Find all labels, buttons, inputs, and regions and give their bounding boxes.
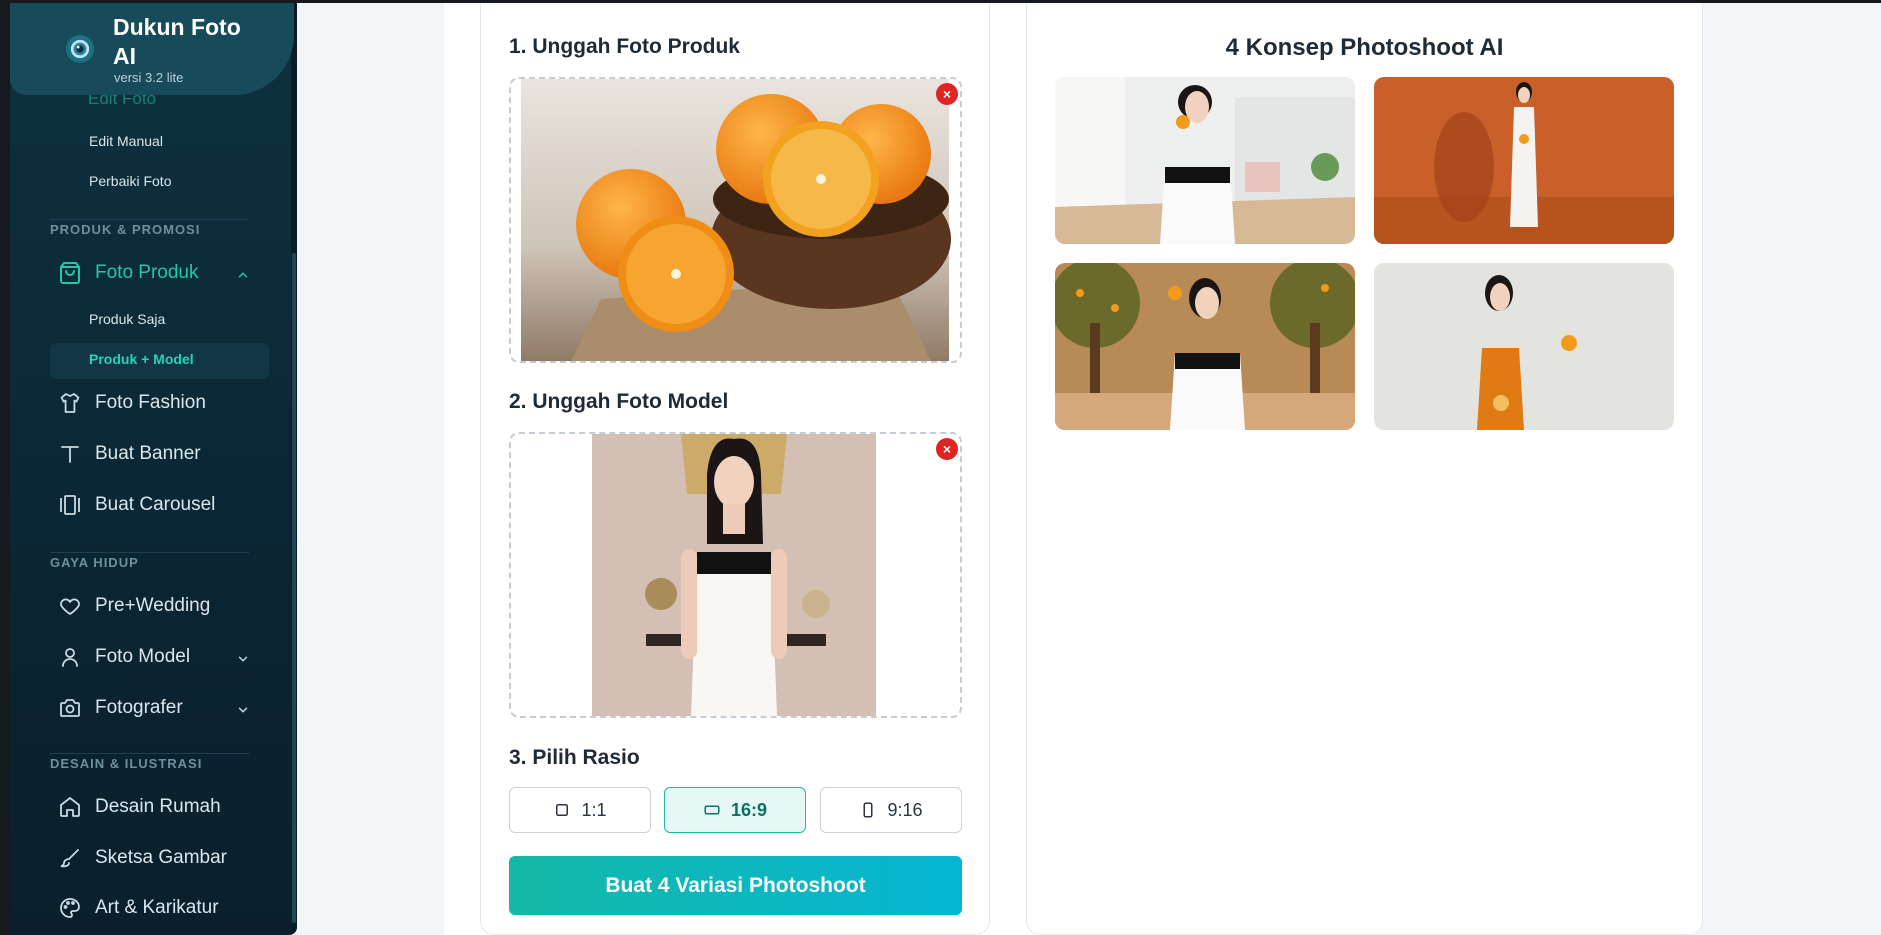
sidebar-item-foto-produk[interactable]: Foto Produk [58, 261, 199, 285]
sidebar-item-label: Art & Karikatur [95, 897, 219, 918]
product-upload-dropzone[interactable]: × [509, 77, 962, 363]
model-photo [592, 434, 876, 716]
chevron-down-icon[interactable] [236, 703, 250, 717]
sidebar-item-buat-banner[interactable]: Buat Banner [58, 442, 201, 466]
sidebar-item-label: Desain Rumah [95, 796, 221, 817]
app-version: versi 3.2 lite [114, 70, 184, 85]
sidebar-item-art-karikatur[interactable]: Art & Karikatur [58, 896, 219, 920]
result-image-3[interactable] [1055, 263, 1355, 430]
result-photo-orange-dress [1374, 263, 1674, 430]
app-title: Dukun Foto AI [113, 14, 241, 69]
sidebar-item-sketsa-gambar[interactable]: Sketsa Gambar [58, 846, 227, 870]
sidebar-item-label: Buat Banner [95, 443, 201, 464]
remove-model-photo-button[interactable]: × [936, 438, 958, 460]
result-image-2[interactable] [1374, 77, 1674, 244]
camera-lens-icon [66, 35, 94, 63]
remove-product-photo-button[interactable]: × [936, 83, 958, 105]
section-desain-ilustrasi: DESAIN & ILUSTRASI [50, 756, 203, 771]
step1-label: 1. Unggah Foto Produk [509, 35, 740, 58]
square-icon [556, 804, 569, 816]
product-photo-oranges [521, 79, 951, 361]
chevron-up-icon[interactable] [236, 268, 250, 282]
brand-header: Dukun Foto AI versi 3.2 lite [10, 3, 294, 95]
chevron-down-icon[interactable] [236, 652, 250, 666]
divider [50, 753, 249, 754]
sidebar-item-fotografer[interactable]: Fotografer [58, 696, 183, 720]
sidebar-sub-produk-saja[interactable]: Produk Saja [89, 311, 165, 327]
result-photo-studio-bright [1055, 77, 1355, 244]
result-photo-orange-orchard [1055, 263, 1355, 430]
divider [50, 552, 249, 553]
house-icon [60, 797, 80, 817]
model-upload-dropzone[interactable]: × [509, 432, 962, 718]
close-icon: × [942, 441, 952, 457]
window-frame-left [0, 0, 10, 935]
shirt-icon [60, 393, 80, 413]
ratio-label: 16:9 [730, 799, 768, 820]
sidebar-item-label: Sketsa Gambar [95, 847, 227, 868]
brush-icon [60, 849, 79, 868]
result-photo-orange-backdrop [1374, 77, 1674, 244]
sidebar-item-foto-model[interactable]: Foto Model [58, 645, 190, 669]
sidebar-item-foto-fashion[interactable]: Foto Fashion [58, 391, 206, 415]
step2-label: 2. Unggah Foto Model [509, 390, 729, 413]
sidebar-item-label: Foto Produk [95, 262, 199, 283]
ratio-16-9-button[interactable]: 16:9 [664, 787, 806, 833]
ratio-1-1-button[interactable]: 1:1 [509, 787, 651, 833]
section-produk-promosi: PRODUK & PROMOSI [50, 222, 201, 237]
sidebar-item-label: Pre+Wedding [95, 595, 211, 616]
generate-photoshoot-button[interactable]: Buat 4 Variasi Photoshoot [509, 856, 962, 915]
sidebar-sub-perbaiki-foto[interactable]: Perbaiki Foto [89, 173, 171, 189]
step3-label: 3. Pilih Rasio [509, 746, 640, 769]
ratio-label: 9:16 [887, 799, 923, 820]
section-gaya-hidup: GAYA HIDUP [50, 555, 139, 570]
camera-icon [60, 699, 80, 717]
sidebar-item-label: Buat Carousel [95, 494, 216, 515]
portrait-icon [863, 802, 873, 818]
results-title: 4 Konsep Photoshoot AI [1225, 34, 1504, 61]
text-t-icon [61, 446, 79, 463]
sidebar-item-label: Foto Model [95, 646, 191, 667]
sidebar-item-prewedding[interactable]: Pre+Wedding [58, 594, 210, 618]
user-icon [62, 648, 78, 667]
result-image-1[interactable] [1055, 77, 1355, 244]
result-image-4[interactable] [1374, 263, 1674, 430]
ratio-label: 1:1 [581, 799, 607, 820]
landscape-icon [704, 805, 720, 815]
sidebar-sub-edit-manual[interactable]: Edit Manual [89, 133, 163, 149]
shopping-bag-icon [60, 262, 80, 284]
sidebar-item-buat-carousel[interactable]: Buat Carousel [58, 493, 215, 517]
sidebar-item-label: Foto Fashion [95, 392, 206, 413]
sidebar-item-desain-rumah[interactable]: Desain Rumah [58, 795, 221, 819]
sidebar-item-label: Fotografer [95, 697, 183, 718]
heart-icon [60, 598, 80, 615]
sidebar-sub-produk-model[interactable]: Produk + Model [89, 351, 194, 367]
palette-icon [60, 898, 80, 918]
ratio-9-16-button[interactable]: 9:16 [820, 787, 962, 833]
carousel-icon [60, 495, 80, 515]
divider [50, 219, 249, 220]
sidebar-scrollbar-thumb[interactable] [292, 253, 296, 923]
close-icon: × [942, 86, 952, 102]
sidebar: Edit Foto Dukun Foto AI versi 3.2 lite E… [10, 3, 297, 935]
